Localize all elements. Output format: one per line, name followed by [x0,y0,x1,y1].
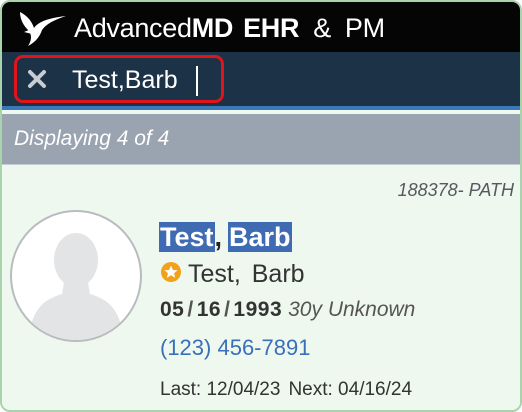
patient-age-sex: 30y Unknown [288,298,416,321]
account-number: 188378- PATH [397,180,514,200]
results-count-text: Displaying 4 of 4 [14,127,170,150]
app-header: AdvancedMD EHR & PM [2,2,520,52]
app-frame: AdvancedMD EHR&PM Displaying 4 of 4 18837… [0,0,522,412]
results-count-bar: Displaying 4 of 4 [2,114,520,165]
name-comma: , [214,222,223,252]
patient-dob-row: 05/16/1993 30y Unknown [160,297,415,323]
brand-ehr: EHR [243,13,300,43]
patient-alias: Test, Barb [188,260,305,288]
patient-result-card[interactable]: 188378- PATH Test, Barb Test, Barb 05/16/… [2,165,520,410]
dob-year: 1993 [233,298,283,321]
dob-day: 16 [196,298,222,321]
search-bar [2,52,520,110]
close-icon[interactable] [26,68,48,90]
brand-wordmark: AdvancedMD EHR & PM [74,12,385,44]
last-visit: Last: 12/04/23 [160,379,281,400]
brand-ampersand: & [313,13,331,43]
dob: 05/16/1993 [160,298,282,321]
star-badge-icon [161,262,181,282]
dob-separator: / [224,298,231,321]
brand-advanced: Advanced [74,13,192,43]
dob-month: 05 [160,298,185,321]
patient-phone[interactable]: (123) 456-7891 [160,335,310,361]
patient-first-name: Barb [228,222,292,252]
patient-visits-row: Last: 12/04/23 Next: 04/16/24 [160,378,412,402]
text-caret [196,66,198,96]
brand-md: MD [191,13,234,43]
next-visit: Next: 04/16/24 [288,379,413,400]
search-box[interactable] [14,55,224,103]
dob-separator: / [187,298,194,321]
avatar [10,210,142,342]
patient-last-name: Test [159,222,215,252]
hummingbird-logo-icon [20,12,66,46]
brand-pm: PM [344,13,385,43]
patient-name[interactable]: Test, Barb [159,221,292,253]
person-silhouette-icon [28,233,124,340]
patient-alias-row: Test, Barb [160,259,305,289]
